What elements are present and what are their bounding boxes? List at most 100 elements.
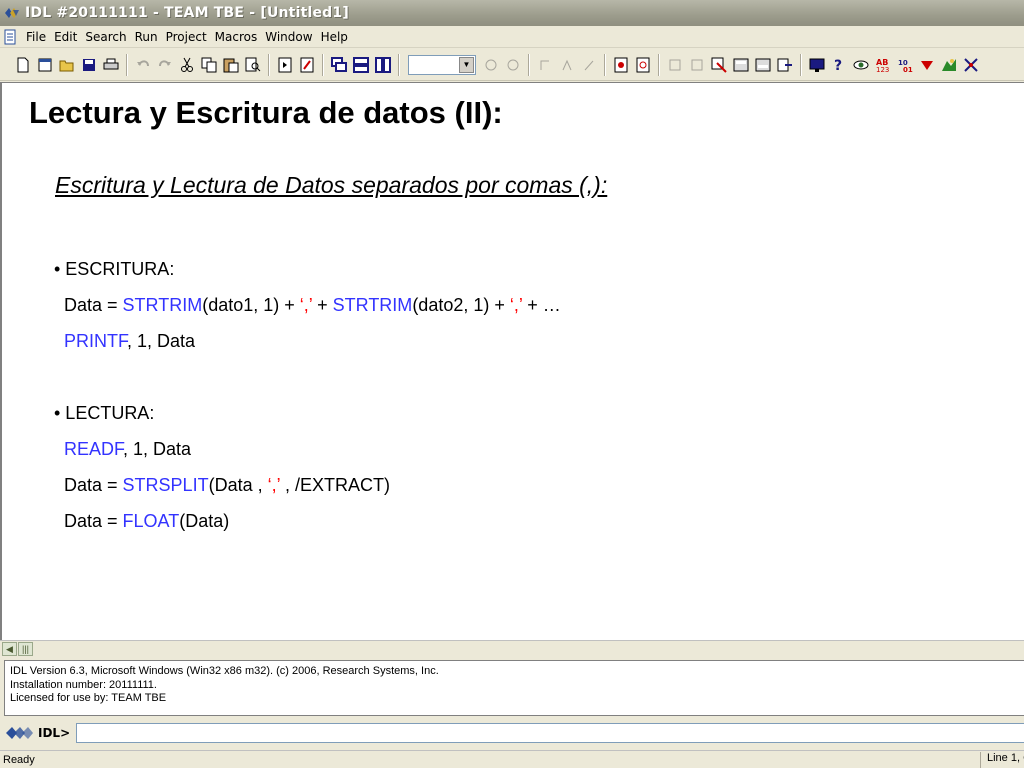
code-text: (dato2, 1) + — [412, 295, 510, 315]
toolbar-separator — [604, 53, 606, 76]
palette-icon[interactable] — [938, 54, 960, 76]
keyword: READF — [64, 439, 124, 459]
menu-help[interactable]: Help — [319, 28, 354, 46]
cut-icon[interactable] — [176, 54, 198, 76]
pause-icon[interactable] — [686, 54, 708, 76]
svg-text:?: ? — [834, 58, 842, 73]
reset-icon[interactable] — [578, 54, 600, 76]
code-text: , 1, Data — [123, 439, 192, 459]
log-line: IDL Version 6.3, Microsoft Windows (Win3… — [10, 665, 439, 677]
step-out-icon[interactable] — [534, 54, 556, 76]
menu-file[interactable]: File — [24, 28, 52, 46]
menu-search[interactable]: Search — [83, 28, 132, 46]
window-tile-h-icon[interactable] — [350, 54, 372, 76]
paste-icon[interactable] — [220, 54, 242, 76]
debug-icon[interactable] — [708, 54, 730, 76]
code-text: Data = — [64, 295, 123, 315]
scroll-left-icon[interactable]: ◀ — [2, 642, 17, 656]
open-folder-icon[interactable] — [56, 54, 78, 76]
new-file-icon[interactable] — [12, 54, 34, 76]
code-text: Data = — [64, 475, 123, 495]
network-icon[interactable] — [960, 54, 982, 76]
status-bar: Ready Line 1, C — [0, 750, 1024, 768]
code-text: + — [312, 295, 333, 315]
svg-text:123: 123 — [876, 66, 889, 73]
string-literal: ‘,’ — [267, 475, 280, 495]
horizontal-scrollbar[interactable]: ◀ ||| — [0, 640, 1024, 656]
variable-watch-icon[interactable] — [730, 54, 752, 76]
idl-logo-icon — [5, 724, 35, 742]
scroll-thumb[interactable]: ||| — [18, 642, 33, 656]
toolbar-separator — [322, 53, 324, 76]
command-prompt: IDL> — [38, 726, 71, 740]
menu-edit[interactable]: Edit — [52, 28, 83, 46]
run-to-cursor-icon[interactable] — [556, 54, 578, 76]
svg-text:01: 01 — [903, 66, 913, 73]
profiler-icon[interactable] — [752, 54, 774, 76]
copy-icon[interactable] — [198, 54, 220, 76]
code-line-strtrim: Data = STRTRIM(dato1, 1) + ‘,’ + STRTRIM… — [64, 295, 561, 316]
toolbar: ▼ ? AB 123 10 01 — [0, 49, 1024, 81]
run-icon[interactable] — [296, 54, 318, 76]
toolbar-separator — [126, 53, 128, 76]
menu-bar: File Edit Search Run Project Macros Wind… — [0, 26, 1024, 48]
toolbar-separator — [800, 53, 802, 76]
code-text: , 1, Data — [127, 331, 196, 351]
menu-window[interactable]: Window — [263, 28, 318, 46]
window-cascade-icon[interactable] — [328, 54, 350, 76]
save-icon[interactable] — [78, 54, 100, 76]
lectura-header: • LECTURA: — [54, 403, 155, 423]
window-tile-v-icon[interactable] — [372, 54, 394, 76]
code-line-strsplit: Data = STRSPLIT(Data , ‘,’ , /EXTRACT) — [64, 475, 390, 496]
step-into-icon[interactable] — [480, 54, 502, 76]
idl-logo-icon[interactable] — [3, 4, 21, 22]
colors-icon[interactable]: AB 123 — [872, 54, 894, 76]
document-icon[interactable] — [2, 28, 18, 46]
string-literal: ‘,’ — [509, 295, 523, 315]
export-icon[interactable] — [774, 54, 796, 76]
toolbar-separator — [398, 53, 400, 76]
find-icon[interactable] — [242, 54, 264, 76]
output-log[interactable]: IDL Version 6.3, Microsoft Windows (Win3… — [4, 660, 1024, 716]
code-line-printf: PRINTF, 1, Data — [64, 331, 195, 352]
code-text: Data = — [64, 511, 123, 531]
keyword: FLOAT — [122, 511, 180, 531]
clear-breakpoints-icon[interactable] — [632, 54, 654, 76]
new-pro-icon[interactable] — [34, 54, 56, 76]
hdf-icon[interactable] — [916, 54, 938, 76]
keyword: PRINTF — [64, 331, 127, 351]
escritura-header: • ESCRITURA: — [54, 259, 175, 279]
menu-run[interactable]: Run — [133, 28, 164, 46]
undo-icon[interactable] — [132, 54, 154, 76]
menu-project[interactable]: Project — [164, 28, 213, 46]
toolbar-separator — [528, 53, 530, 76]
print-icon[interactable] — [100, 54, 122, 76]
compile-icon[interactable] — [274, 54, 296, 76]
toolbar-separator — [268, 53, 270, 76]
toolbar-combo[interactable]: ▼ — [408, 54, 476, 75]
redo-icon[interactable] — [154, 54, 176, 76]
code-text: , /EXTRACT) — [279, 475, 390, 495]
page-subtitle: Escritura y Lectura de Datos separados p… — [55, 172, 608, 198]
code-line-float: Data = FLOAT(Data) — [64, 511, 229, 532]
command-bar: IDL> — [0, 718, 1024, 748]
menu-macros[interactable]: Macros — [213, 28, 264, 46]
command-input[interactable] — [76, 723, 1024, 743]
log-line: Licensed for use by: TEAM TBE — [10, 692, 167, 704]
chevron-down-icon[interactable]: ▼ — [459, 56, 474, 73]
help-icon[interactable]: ? — [828, 54, 850, 76]
status-text: Ready — [3, 753, 35, 766]
editor-pane[interactable]: Lectura y Escritura de datos (II): Escri… — [0, 82, 1024, 640]
string-literal: ‘,’ — [299, 295, 313, 315]
breakpoint-icon[interactable] — [610, 54, 632, 76]
code-text: (dato1, 1) + — [202, 295, 300, 315]
keyword: STRTRIM — [122, 295, 203, 315]
monitor-icon[interactable] — [806, 54, 828, 76]
eye-icon[interactable] — [850, 54, 872, 76]
binary-icon[interactable]: 10 01 — [894, 54, 916, 76]
log-line: Installation number: 20111111. — [10, 678, 157, 691]
code-text: (Data) — [179, 511, 230, 531]
stop-icon[interactable] — [664, 54, 686, 76]
title-bar: IDL #20111111 - TEAM TBE - [Untitled1] — [0, 0, 1024, 26]
step-over-icon[interactable] — [502, 54, 524, 76]
